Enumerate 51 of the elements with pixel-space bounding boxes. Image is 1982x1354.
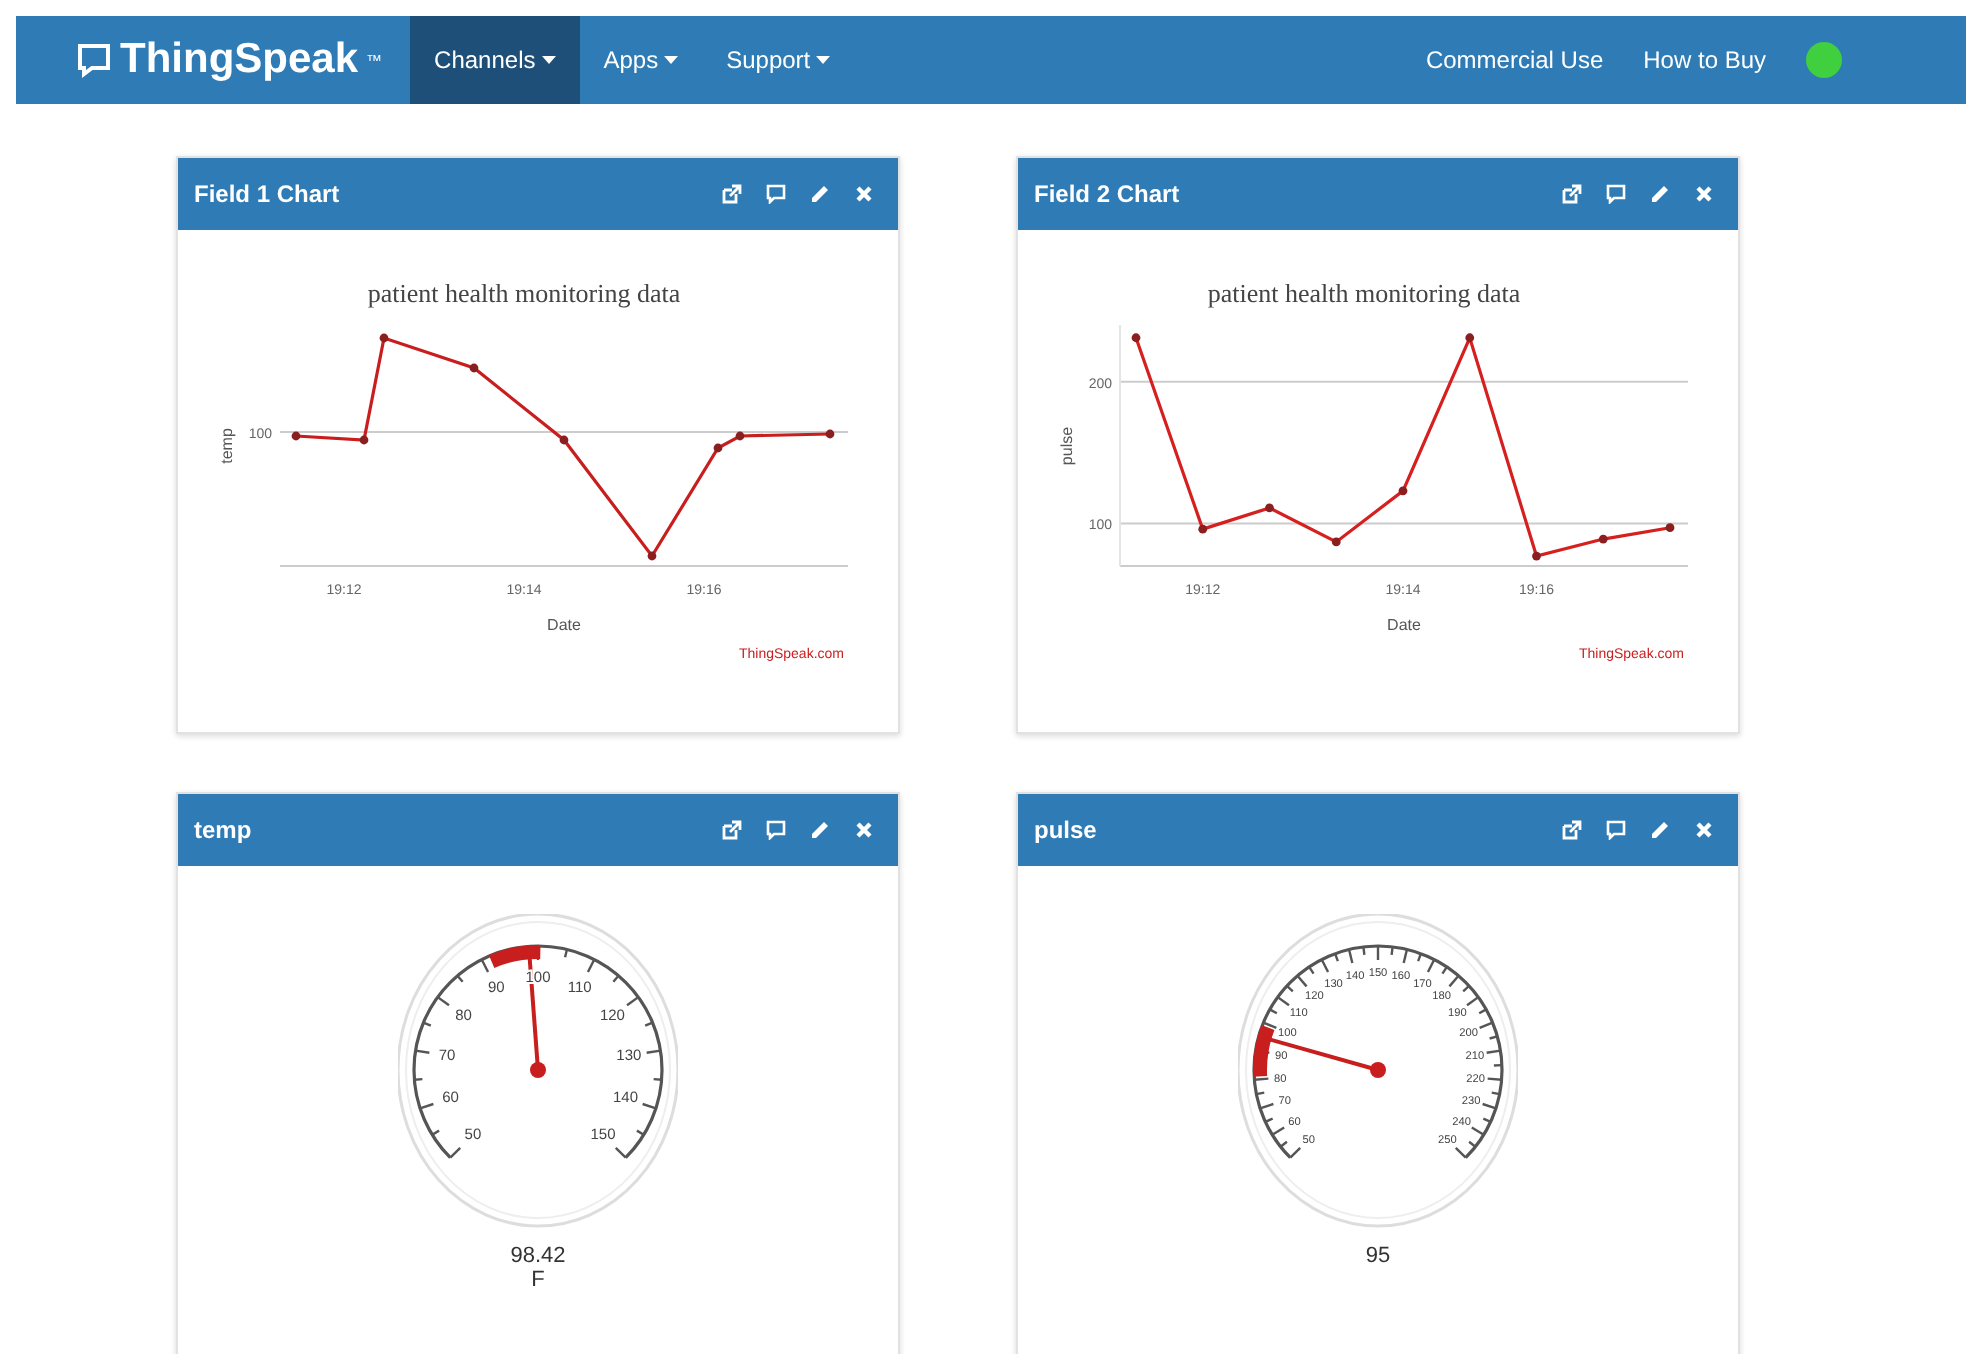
data-point <box>1131 333 1141 343</box>
data-point <box>1465 333 1475 343</box>
nav-menu[interactable]: Apps <box>579 16 703 104</box>
close-icon[interactable] <box>1694 820 1714 840</box>
data-point <box>1331 537 1341 547</box>
chart-title: patient health monitoring data <box>367 278 681 308</box>
data-point <box>1532 551 1541 561</box>
panel-title: pulse <box>1034 816 1099 844</box>
pencil-icon[interactable] <box>1650 820 1670 840</box>
close-icon[interactable] <box>1694 184 1714 204</box>
gauge-reading: 98.42 <box>510 1244 566 1268</box>
external-link-icon[interactable] <box>1562 184 1582 204</box>
gauge-needle <box>1269 1037 1386 1078</box>
external-link-icon[interactable] <box>1562 820 1582 840</box>
caret-icon <box>816 56 831 64</box>
caret-icon <box>664 56 679 64</box>
close-icon[interactable] <box>854 820 874 840</box>
panel-title: temp <box>194 816 254 844</box>
close-icon[interactable] <box>854 184 874 204</box>
gauge-reading: 95 <box>1365 1244 1391 1268</box>
chart-title: patient health monitoring data <box>1207 278 1521 308</box>
comment-icon[interactable] <box>766 184 786 204</box>
brand-logo[interactable]: ThingSpeak $^{™}$ <box>16 16 411 104</box>
data-point <box>1398 486 1408 496</box>
gauge-band <box>489 945 541 969</box>
pencil-icon[interactable] <box>1650 184 1670 204</box>
gauge-band <box>1253 1025 1275 1077</box>
comment-icon[interactable] <box>766 820 786 840</box>
axis-label: pulse <box>1058 426 1076 466</box>
external-link-icon[interactable] <box>722 184 742 204</box>
external-link-icon[interactable] <box>722 820 742 840</box>
speech-bubble-icon <box>76 42 112 78</box>
axis-label: Date <box>547 616 581 634</box>
comment-icon[interactable] <box>1606 184 1626 204</box>
nav-link[interactable]: How to Buy <box>1623 16 1786 104</box>
axis-label: Date <box>1387 616 1421 634</box>
comment-icon[interactable] <box>1606 820 1626 840</box>
panel-title: Field 1 Chart <box>194 180 342 208</box>
data-point <box>1198 524 1208 534</box>
axis-label: temp <box>218 428 236 464</box>
panel-title: Field 2 Chart <box>1034 180 1182 208</box>
nav-menu[interactable]: Support <box>702 16 855 104</box>
caret-icon <box>541 56 556 64</box>
data-point <box>1665 523 1675 533</box>
pencil-icon[interactable] <box>810 820 830 840</box>
data-point <box>1598 534 1608 544</box>
pencil-icon[interactable] <box>810 184 830 204</box>
nav-link[interactable]: Commercial Use <box>1405 16 1624 104</box>
gauge-unit: F <box>531 1268 545 1292</box>
nav-menu[interactable]: Channels <box>410 16 580 104</box>
data-point <box>1265 503 1274 513</box>
